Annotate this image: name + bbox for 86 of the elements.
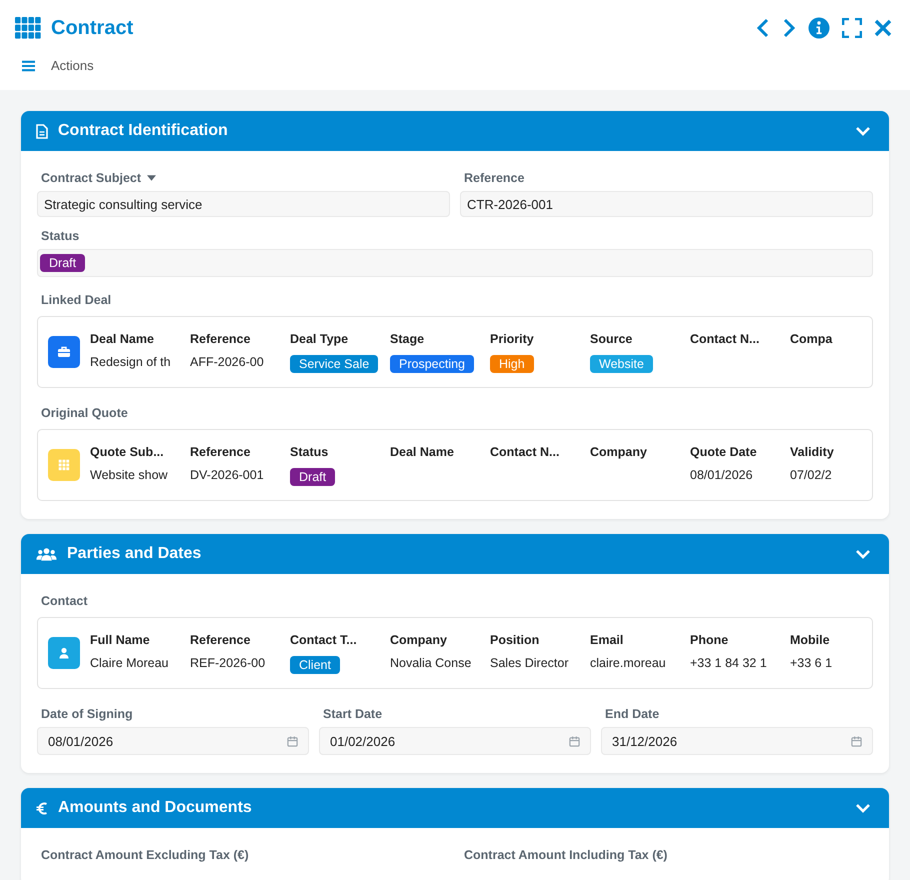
field-label: Contract Amount Excluding Tax (€) (41, 848, 249, 862)
column-header: Priority (490, 332, 534, 346)
input-field[interactable]: CTR-2026-001 (460, 191, 873, 217)
column-header: Mobile (790, 632, 830, 646)
column-header: Full Name (90, 632, 150, 646)
column-header: Email (590, 632, 624, 646)
record-value: Redesign of th (90, 354, 171, 368)
calendar-icon[interactable] (851, 736, 862, 746)
calendar-icon[interactable] (287, 736, 298, 746)
tag: Website (590, 354, 653, 372)
column-header: Quote Sub... (90, 444, 164, 458)
field-label: Original Quote (40, 406, 129, 420)
section-header[interactable]: Parties and Dates (21, 534, 889, 574)
document-icon (36, 124, 48, 138)
calendar-icon[interactable] (569, 736, 580, 746)
record-value: REF-2026-00 (190, 656, 266, 670)
grid-icon[interactable] (15, 17, 41, 39)
menu-icon[interactable] (22, 60, 35, 72)
tag: Client (290, 656, 340, 674)
euro-icon (36, 800, 48, 816)
tag: Draft (40, 254, 86, 272)
section-title: Amounts and Documents (58, 799, 252, 817)
field-label: Reference (464, 171, 524, 185)
field-label: Linked Deal (40, 293, 112, 307)
column-header: Phone (690, 632, 728, 646)
people-icon (36, 547, 57, 561)
grid-icon (48, 449, 80, 481)
status-field[interactable]: Draft (37, 249, 873, 277)
tag: High (490, 354, 534, 372)
section-header[interactable]: Amounts and Documents (21, 788, 889, 828)
chevron-right-icon[interactable] (782, 18, 796, 38)
record-value: Novalia Conse (390, 656, 472, 670)
field-label: Start Date (323, 707, 382, 721)
column-header: Deal Name (390, 444, 454, 458)
close-icon[interactable] (874, 19, 892, 37)
date-field[interactable]: 08/01/2026 (37, 727, 309, 755)
field-label: End Date (605, 707, 660, 721)
field-label: Date of Signing (41, 707, 133, 721)
record-value: Website show (90, 468, 168, 482)
record-value: AFF-2026-00 (190, 354, 264, 368)
column-header: Contact N... (690, 332, 760, 346)
input-field[interactable]: Strategic consulting service (37, 191, 450, 217)
record-value: +33 6 1 (790, 656, 832, 670)
window-title: Contract (51, 16, 134, 40)
column-header: Validity (790, 444, 834, 458)
column-header: Company (390, 632, 447, 646)
briefcase-icon (48, 336, 80, 368)
column-header: Status (290, 444, 328, 458)
record-value: +33 1 84 32 1 (690, 656, 767, 670)
field-label: Contract Subject (41, 171, 142, 185)
column-header: Stage (390, 332, 424, 346)
column-header: Contact N... (490, 444, 560, 458)
section-header[interactable]: Contract Identification (21, 111, 889, 151)
record-value: claire.moreau (590, 656, 666, 670)
caret-icon[interactable] (147, 175, 156, 181)
tag: Prospecting (390, 354, 474, 372)
fullscreen-icon[interactable] (842, 18, 862, 38)
tag: Service Sale (290, 354, 378, 372)
column-header: Reference (190, 632, 250, 646)
column-header: Reference (190, 332, 250, 346)
column-header: Quote Date (690, 444, 757, 458)
date-field[interactable]: 31/12/2026 (601, 727, 873, 755)
chevron-left-icon[interactable] (756, 18, 770, 38)
date-field[interactable]: 01/02/2026 (319, 727, 591, 755)
column-header: Compa (790, 332, 832, 346)
record-value: DV-2026-001 (190, 468, 264, 482)
column-header: Reference (190, 444, 250, 458)
field-label: Contact (40, 594, 89, 608)
tag: Draft (290, 468, 336, 486)
section-title: Parties and Dates (67, 545, 202, 563)
actions-menu[interactable]: Actions (51, 58, 94, 73)
column-header: Company (590, 444, 647, 458)
section-title: Contract Identification (58, 122, 228, 140)
person-icon (48, 637, 80, 669)
field-label: Contract Amount Including Tax (€) (464, 848, 668, 862)
column-header: Source (590, 332, 632, 346)
column-header: Deal Name (90, 332, 154, 346)
info-icon[interactable] (808, 17, 830, 39)
column-header: Deal Type (290, 332, 348, 346)
record-value: 08/01/2026 (690, 468, 753, 482)
column-header: Position (490, 632, 540, 646)
column-header: Contact T... (290, 632, 357, 646)
field-label: Status (41, 229, 80, 243)
record-value: 07/02/2 (790, 468, 832, 482)
record-value: Claire Moreau (90, 656, 169, 670)
record-value: Sales Director (490, 656, 568, 670)
